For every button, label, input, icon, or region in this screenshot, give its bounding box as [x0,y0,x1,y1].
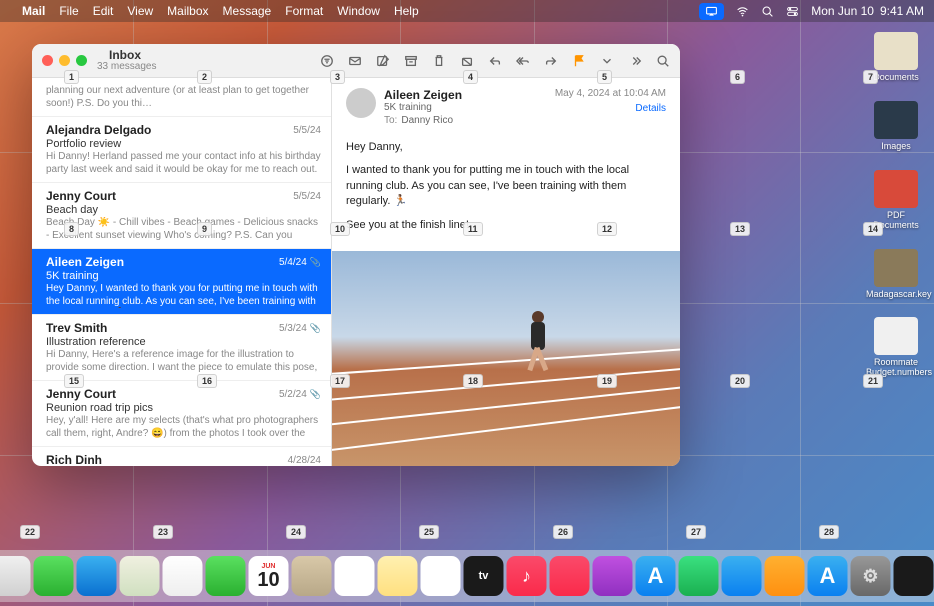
chevron-down-icon[interactable] [600,54,614,68]
dock-appstore2[interactable]: A [808,556,848,596]
window-title: Inbox [109,49,156,62]
screen-mirroring-icon[interactable] [699,3,724,20]
message-row[interactable]: planning our next adventure (or at least… [32,78,331,117]
runner-figure [523,311,553,381]
message-row[interactable]: Jenny Court5/2/24 📎Reunion road trip pic… [32,381,331,447]
avatar [346,88,376,118]
details-button[interactable]: Details [555,103,666,114]
control-center-icon[interactable] [786,5,799,18]
desktop-item[interactable]: Images [866,101,926,152]
window-header: Inbox 33 messages [32,44,680,78]
desktop-item[interactable]: PDF Documents [866,170,926,231]
envelope-icon[interactable] [348,54,362,68]
message-row[interactable]: Rich Dinh4/28/24 Trip to Zion National P… [32,447,331,466]
dock-calendar[interactable]: JUN10 [249,556,289,596]
window-subtitle: 33 messages [97,62,156,73]
grid-number: 6 [730,70,745,84]
forward-icon[interactable] [544,54,558,68]
dock-news[interactable] [550,556,590,596]
grid-number: 20 [730,374,750,388]
reader-from: Aileen Zeigen [384,88,555,102]
reader-body: Hey Danny, I wanted to thank you for put… [332,134,680,247]
dock-contacts[interactable] [292,556,332,596]
message-reader: Aileen Zeigen 5K training To:Danny Rico … [332,78,680,466]
menu-message[interactable]: Message [223,4,272,18]
minimize-button[interactable] [59,55,70,66]
message-row[interactable]: Aileen Zeigen5/4/24 📎5K trainingHey Dann… [32,249,331,315]
grid-number: 24 [286,525,306,539]
menu-mailbox[interactable]: Mailbox [167,4,208,18]
grid-number: 22 [20,525,40,539]
dock: JUN10tv♪AA⚙ [0,550,934,602]
attachment-icon: 📎 [310,257,321,268]
dock-iphone[interactable] [894,556,934,596]
dock-music[interactable]: ♪ [507,556,547,596]
archive-icon[interactable] [404,54,418,68]
dock-keynote[interactable] [722,556,762,596]
message-list[interactable]: planning our next adventure (or at least… [32,78,332,466]
dock-photos[interactable] [163,556,203,596]
grid-number: 26 [553,525,573,539]
more-icon[interactable] [628,54,642,68]
desktop-item[interactable]: Roommate Budget.numbers [866,317,926,378]
menubar: Mail File Edit View Mailbox Message Form… [0,0,934,22]
dock-safari[interactable] [0,556,31,596]
dock-mail[interactable] [77,556,117,596]
app-menu[interactable]: Mail [22,4,45,18]
close-button[interactable] [42,55,53,66]
menu-file[interactable]: File [59,4,78,18]
desktop-icons: Documents Images PDF Documents Madagascar.k… [866,32,926,396]
search-icon[interactable] [656,54,670,68]
menu-help[interactable]: Help [394,4,419,18]
mail-window: Inbox 33 messages planning our next adve… [32,44,680,466]
dock-maps[interactable] [120,556,160,596]
grid-number: 13 [730,222,750,236]
dock-numbers[interactable] [679,556,719,596]
dock-freeform[interactable] [421,556,461,596]
attachment-image[interactable] [332,251,680,466]
reader-timestamp: May 4, 2024 at 10:04 AM [555,88,666,99]
menu-view[interactable]: View [127,4,153,18]
wifi-icon[interactable] [736,5,749,18]
filter-icon[interactable] [320,54,334,68]
flag-icon[interactable] [572,54,586,68]
desktop-item[interactable]: Documents [866,32,926,83]
menu-edit[interactable]: Edit [93,4,114,18]
menu-format[interactable]: Format [285,4,323,18]
dock-podcasts[interactable] [593,556,633,596]
menubar-date[interactable]: Mon Jun 10 [811,4,874,18]
compose-icon[interactable] [376,54,390,68]
reply-icon[interactable] [488,54,502,68]
attachment-icon: 📎 [310,323,321,334]
attachment-icon: 📎 [310,389,321,400]
menubar-time[interactable]: 9:41 AM [880,4,924,18]
grid-number: 23 [153,525,173,539]
grid-number: 25 [419,525,439,539]
dock-settings[interactable]: ⚙ [851,556,891,596]
zoom-button[interactable] [76,55,87,66]
reader-to: To:Danny Rico [384,115,555,126]
reply-all-icon[interactable] [516,54,530,68]
message-row[interactable]: Alejandra Delgado5/5/24 Portfolio review… [32,117,331,183]
dock-reminders[interactable] [335,556,375,596]
grid-number: 27 [686,525,706,539]
desktop-item[interactable]: Madagascar.key [866,249,926,300]
menu-window[interactable]: Window [337,4,380,18]
message-row[interactable]: Jenny Court5/5/24 Beach dayBeach Day ☀️ … [32,183,331,249]
message-row[interactable]: Trev Smith5/3/24 📎Illustration reference… [32,315,331,381]
dock-pages[interactable] [765,556,805,596]
spotlight-icon[interactable] [761,5,774,18]
grid-number: 28 [819,525,839,539]
dock-messages[interactable] [34,556,74,596]
reader-subject: 5K training [384,102,555,113]
dock-tv[interactable]: tv [464,556,504,596]
dock-facetime[interactable] [206,556,246,596]
dock-notes[interactable] [378,556,418,596]
trash-icon[interactable] [432,54,446,68]
junk-icon[interactable] [460,54,474,68]
dock-appstore[interactable]: A [636,556,676,596]
